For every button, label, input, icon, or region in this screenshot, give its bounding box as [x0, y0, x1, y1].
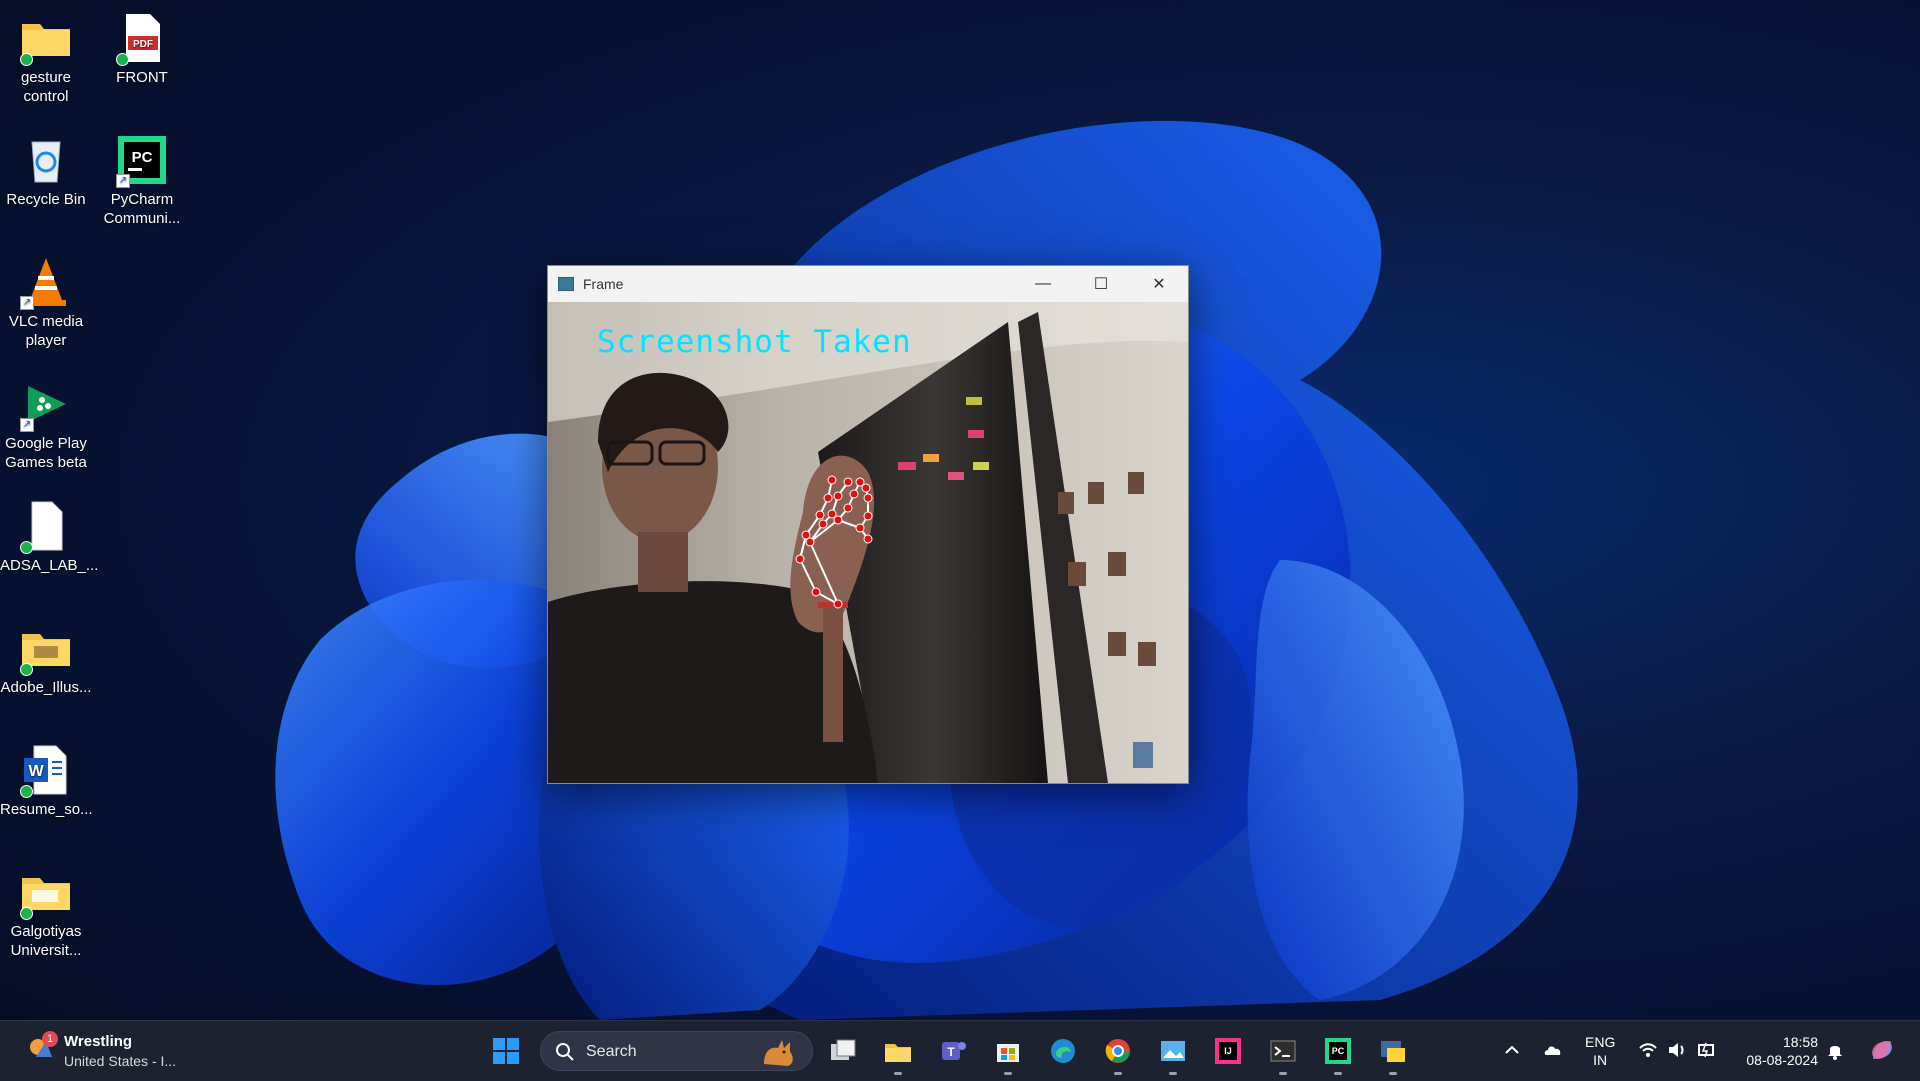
- webcam-image: [548, 302, 1188, 783]
- chrome-icon: [1105, 1039, 1130, 1063]
- close-button[interactable]: ✕: [1130, 266, 1188, 302]
- intellij-icon: IJ: [1215, 1038, 1241, 1064]
- desktop-icon-adobe-illus[interactable]: Adobe_Illus...: [0, 614, 92, 697]
- running-indicator: [1114, 1072, 1122, 1075]
- region-code: IN: [1593, 1052, 1608, 1068]
- system-clock[interactable]: 18:58 08-08-2024: [1738, 1033, 1818, 1069]
- notification-bell-icon[interactable]: [1824, 1039, 1846, 1061]
- copilot-icon[interactable]: [1868, 1036, 1896, 1064]
- language-code: ENG: [1585, 1034, 1616, 1050]
- taskbar-file-explorer[interactable]: [878, 1031, 918, 1075]
- desktop-icon-pycharm[interactable]: PC ↗ PyCharm Communi...: [96, 126, 188, 228]
- running-indicator: [1334, 1072, 1342, 1075]
- svg-text:PDF: PDF: [133, 39, 153, 50]
- photos-icon: [1161, 1041, 1185, 1061]
- svg-text:PC: PC: [132, 149, 153, 166]
- taskbar-terminal[interactable]: [1263, 1031, 1303, 1075]
- shortcut-arrow-icon: ↗: [20, 418, 34, 432]
- running-indicator: [1279, 1072, 1287, 1075]
- taskbar-edge[interactable]: [1043, 1031, 1083, 1071]
- taskbar: 1 Wrestling United States - I... Search …: [0, 1020, 1920, 1081]
- svg-text:T: T: [947, 1045, 955, 1059]
- running-indicator: [1004, 1072, 1012, 1075]
- taskbar-intellij[interactable]: IJ: [1208, 1031, 1248, 1071]
- language-indicator[interactable]: ENG IN: [1585, 1033, 1615, 1069]
- task-view-button[interactable]: [823, 1031, 863, 1071]
- teams-icon: T: [942, 1042, 966, 1060]
- battery-charging-icon[interactable]: [1696, 1039, 1718, 1061]
- desktop-icon-label: gesture control: [20, 69, 72, 105]
- taskbar-search[interactable]: Search: [540, 1031, 813, 1071]
- wifi-icon[interactable]: [1637, 1039, 1659, 1061]
- desktop-icon-label: Adobe_Illus...: [0, 679, 92, 696]
- svg-text:PC: PC: [1332, 1046, 1345, 1056]
- taskbar-photos[interactable]: [1153, 1031, 1193, 1075]
- search-icon: [556, 1043, 574, 1061]
- desktop-icon-google-play-games[interactable]: ↗ Google Play Games beta: [0, 370, 92, 472]
- shortcut-arrow-icon: ↗: [116, 174, 130, 188]
- sync-check-icon: [20, 663, 33, 676]
- shortcut-arrow-icon: ↗: [20, 296, 34, 310]
- taskbar-teams[interactable]: T: [933, 1031, 973, 1071]
- running-indicator: [894, 1072, 902, 1075]
- search-placeholder: Search: [586, 1043, 637, 1060]
- taskbar-pycharm[interactable]: PC: [1318, 1031, 1358, 1075]
- svg-text:W: W: [28, 763, 44, 780]
- file-explorer-icon: [885, 1044, 911, 1062]
- pycharm-icon: PC: [1325, 1038, 1351, 1064]
- desktop-icon-label: PyCharm Communi...: [103, 191, 181, 227]
- desktop-icon-label: Recycle Bin: [6, 191, 86, 208]
- desktop-icon-front-pdf[interactable]: PDF FRONT: [96, 4, 188, 87]
- start-button[interactable]: [486, 1031, 526, 1071]
- sync-check-icon: [20, 907, 33, 920]
- recycle-bin-icon: [31, 141, 61, 183]
- desktop-icon-label: Google Play Games beta: [5, 435, 87, 471]
- desktop-icon-label: Galgotiyas Universit...: [10, 923, 82, 959]
- frame-window[interactable]: Frame — ☐ ✕ Screenshot Taken: [547, 265, 1189, 784]
- taskbar-python[interactable]: [1373, 1031, 1413, 1075]
- svg-text:IJ: IJ: [1224, 1046, 1232, 1056]
- desktop-icon-label: VLC media player: [8, 313, 84, 349]
- sync-check-icon: [20, 53, 33, 66]
- notification-badge: 1: [42, 1031, 58, 1047]
- desktop-icon-label: Resume_so...: [0, 801, 93, 818]
- onedrive-cloud-icon[interactable]: [1542, 1039, 1564, 1061]
- desktop-icon-label: ADSA_LAB_...: [0, 557, 99, 574]
- desktop-icon-resume[interactable]: W Resume_so...: [0, 736, 93, 819]
- desktop-icon-adsa-lab[interactable]: ADSA_LAB_...: [0, 492, 99, 575]
- edge-icon: [1051, 1039, 1075, 1063]
- screenshot-status-text: Screenshot Taken: [597, 324, 912, 360]
- clock-time: 18:58: [1782, 1034, 1818, 1050]
- app-icon: [558, 277, 574, 291]
- desktop-icon-label: FRONT: [116, 69, 168, 86]
- taskbar-chrome[interactable]: [1098, 1031, 1138, 1075]
- maximize-button[interactable]: ☐: [1072, 266, 1130, 302]
- volume-icon[interactable]: [1666, 1039, 1688, 1061]
- window-titlebar[interactable]: Frame — ☐ ✕: [548, 266, 1188, 302]
- desktop-icon-recycle-bin[interactable]: Recycle Bin: [0, 126, 92, 209]
- running-indicator: [1389, 1072, 1397, 1075]
- sync-check-icon: [20, 541, 33, 554]
- search-highlight-cat-icon: [764, 1040, 793, 1066]
- sync-check-icon: [116, 53, 129, 66]
- camera-feed: Screenshot Taken: [548, 302, 1188, 783]
- desktop-icon-galgotiyas[interactable]: Galgotiyas Universit...: [0, 858, 92, 960]
- task-view-icon: [831, 1039, 856, 1060]
- taskbar-store[interactable]: [988, 1031, 1028, 1075]
- window-title: Frame: [583, 276, 624, 292]
- minimize-button[interactable]: —: [1014, 266, 1072, 302]
- windows-start-icon: [493, 1038, 519, 1064]
- clock-date: 08-08-2024: [1746, 1052, 1818, 1068]
- microsoft-store-icon: [997, 1044, 1019, 1062]
- widget-subtitle: United States - I...: [64, 1053, 177, 1069]
- sync-check-icon: [20, 785, 33, 798]
- desktop-icon-gesture-control[interactable]: gesture control: [0, 4, 92, 106]
- python-icon: [1381, 1041, 1405, 1062]
- chevron-up-icon[interactable]: [1501, 1039, 1523, 1061]
- desktop-icon-vlc[interactable]: ↗ VLC media player: [0, 248, 92, 350]
- terminal-icon: [1270, 1040, 1296, 1062]
- widget-title: Wrestling: [64, 1033, 133, 1050]
- running-indicator: [1169, 1072, 1177, 1075]
